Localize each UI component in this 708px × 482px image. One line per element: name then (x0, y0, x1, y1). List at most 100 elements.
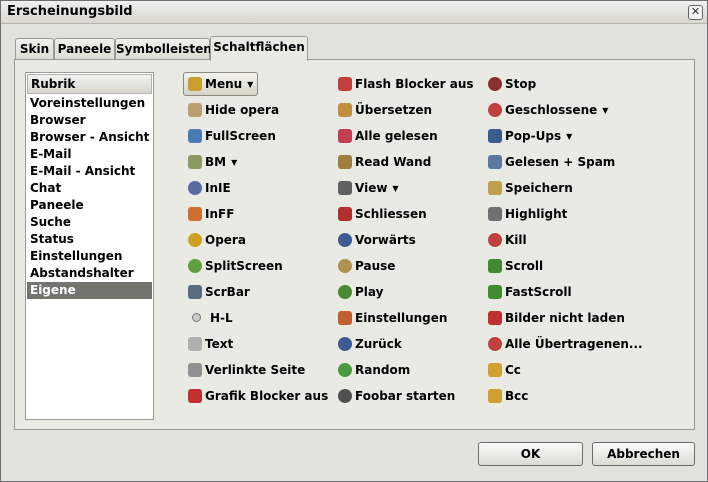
tab-schaltflaechen[interactable]: Schaltflächen (210, 36, 308, 61)
toolbar-button-random[interactable]: Random (338, 359, 410, 381)
category-item[interactable]: Paneele (27, 197, 152, 214)
toolbar-button-stop[interactable]: Stop (488, 73, 536, 95)
cancel-button[interactable]: Abbrechen (592, 442, 695, 466)
stop-icon (488, 76, 502, 91)
category-item[interactable]: E-Mail - Ansicht (27, 163, 152, 180)
pencil-icon (488, 388, 502, 403)
category-item[interactable]: Chat (27, 180, 152, 197)
toolbar-button-label: InFF (205, 207, 235, 221)
chevron-down-icon: ▼ (247, 79, 254, 89)
toolbar-button-label: Highlight (505, 207, 568, 221)
category-list[interactable]: Rubrik Voreinstellungen Browser Browser - … (25, 72, 154, 420)
toolbar-button-bcc[interactable]: Bcc (488, 385, 528, 407)
category-item[interactable]: Abstandshalter (27, 265, 152, 282)
toolbar-button-cc[interactable]: Cc (488, 359, 521, 381)
toolbar-button-label: Einstellungen (355, 311, 448, 325)
toolbar-button-label: Verlinkte Seite (205, 363, 306, 377)
toolbar-button-gelesen-spam[interactable]: Gelesen + Spam (488, 151, 615, 173)
no-images-icon (488, 310, 502, 325)
toolbar-button-flash-blocker-aus[interactable]: Flash Blocker aus (338, 73, 474, 95)
toolbar-button-foobar-starten[interactable]: Foobar starten (338, 385, 455, 407)
toolbar-button-splitscreen[interactable]: SplitScreen (188, 255, 283, 277)
magnifier-icon (488, 206, 502, 221)
toolbar-button-read-wand[interactable]: Read Wand (338, 151, 431, 173)
toolbar-button-label: Alle Übertragenen... (505, 337, 643, 351)
toolbar-button-speichern[interactable]: Speichern (488, 177, 573, 199)
toolbar-button-label: Grafik Blocker aus (205, 389, 329, 403)
toolbar-button-label: FastScroll (505, 285, 572, 299)
toolbar-button-hide-opera[interactable]: Hide opera (188, 99, 279, 121)
category-item[interactable]: Status (27, 231, 152, 248)
view-icon (338, 180, 352, 195)
toolbar-button-einstellungen[interactable]: Einstellungen (338, 307, 447, 329)
fastscroll-icon (488, 284, 502, 299)
toolbar-button-menu[interactable]: Menu ▼ (183, 72, 259, 96)
toolbar-button-pause[interactable]: Pause (338, 255, 395, 277)
toolbar-button-label: BM (205, 155, 227, 169)
toolbar-button-opera[interactable]: Opera (188, 229, 246, 251)
popups-icon (488, 128, 502, 143)
image-blocker-icon (188, 388, 202, 403)
toolbar-button-label: Read Wand (355, 155, 432, 169)
toolbar-button-h-l[interactable]: H-L (188, 307, 233, 329)
bookmark-icon (188, 154, 202, 169)
toolbar-button-fullscreen[interactable]: FullScreen (188, 125, 276, 147)
toolbar-button-geschlossene[interactable]: Geschlossene ▼ (488, 99, 608, 121)
toolbar-button-pop-ups[interactable]: Pop-Ups ▼ (488, 125, 572, 147)
toolbar-button-scroll[interactable]: Scroll (488, 255, 543, 277)
ok-button[interactable]: OK (478, 442, 583, 466)
toolbar-button-play[interactable]: Play (338, 281, 383, 303)
category-item[interactable]: Eigene (27, 282, 152, 299)
transfers-icon (488, 336, 502, 351)
category-item[interactable]: Einstellungen (27, 248, 152, 265)
toolbar-button-highlight[interactable]: Highlight (488, 203, 567, 225)
category-item[interactable]: Voreinstellungen (27, 95, 152, 112)
category-item[interactable]: Suche (27, 214, 152, 231)
toolbar-button-label: Vorwärts (355, 233, 416, 247)
tab-symbolleisten[interactable]: Symbolleisten (115, 38, 212, 60)
toolbar-button-label: FullScreen (205, 129, 276, 143)
toolbar-button-übersetzen[interactable]: Übersetzen (338, 99, 432, 121)
all-read-icon (338, 128, 352, 143)
toolbar-button-inff[interactable]: InFF (188, 203, 234, 225)
toolbar-button-alle-gelesen[interactable]: Alle gelesen (338, 125, 438, 147)
category-list-header[interactable]: Rubrik (27, 74, 152, 94)
appearance-dialog: Erscheinungsbild ✕ Skin Paneele Symbolle… (0, 0, 708, 482)
toolbar-button-label: ScrBar (205, 285, 250, 299)
toolbar-button-fastscroll[interactable]: FastScroll (488, 281, 572, 303)
toolbar-button-label: Scroll (505, 259, 544, 273)
category-item[interactable]: Browser - Ansicht (27, 129, 152, 146)
window-title: Erscheinungsbild (7, 4, 133, 19)
tab-skin[interactable]: Skin (15, 38, 54, 60)
toolbar-button-label: Foobar starten (355, 389, 456, 403)
title-bar[interactable]: Erscheinungsbild ✕ (1, 1, 707, 24)
scrollbar-icon (188, 284, 202, 299)
pencil-icon (488, 362, 502, 377)
toolbar-button-bilder-nicht-laden[interactable]: Bilder nicht laden (488, 307, 625, 329)
toolbar-button-label: InIE (205, 181, 231, 195)
toolbar-button-grafik-blocker-aus[interactable]: Grafik Blocker aus (188, 385, 328, 407)
translate-icon (338, 102, 352, 117)
dot-icon (192, 313, 201, 322)
hide-icon (188, 102, 202, 117)
toolbar-button-label: Hide opera (205, 103, 280, 117)
toolbar-button-scrbar[interactable]: ScrBar (188, 281, 250, 303)
scroll-icon (488, 258, 502, 273)
category-item[interactable]: Browser (27, 112, 152, 129)
toolbar-button-bm[interactable]: BM ▼ (188, 151, 237, 173)
tab-paneele[interactable]: Paneele (54, 38, 115, 60)
close-icon[interactable]: ✕ (688, 5, 703, 20)
toolbar-button-text[interactable]: Text (188, 333, 233, 355)
toolbar-button-vorwärts[interactable]: Vorwärts (338, 229, 416, 251)
toolbar-button-schliessen[interactable]: Schliessen (338, 203, 427, 225)
toolbar-button-label: Pop-Ups (505, 129, 562, 143)
toolbar-button-view[interactable]: View ▼ (338, 177, 399, 199)
toolbar-button-verlinkte-seite[interactable]: Verlinkte Seite (188, 359, 305, 381)
toolbar-button-zurück[interactable]: Zurück (338, 333, 402, 355)
linked-page-icon (188, 362, 202, 377)
chevron-down-icon: ▼ (231, 157, 238, 167)
toolbar-button-kill[interactable]: Kill (488, 229, 527, 251)
category-item[interactable]: E-Mail (27, 146, 152, 163)
toolbar-button-inie[interactable]: InIE (188, 177, 231, 199)
toolbar-button-alle-übertragenen[interactable]: Alle Übertragenen... (488, 333, 643, 355)
